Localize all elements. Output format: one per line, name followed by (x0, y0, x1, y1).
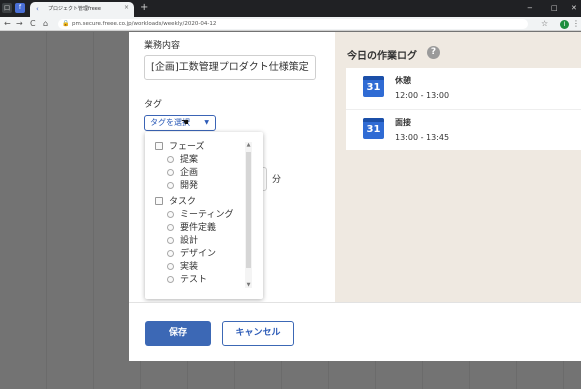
save-button[interactable]: 保存 (145, 321, 211, 346)
radio[interactable] (167, 211, 174, 218)
browser-tab-strip: ロ f ‹ プロジェクト管理freee × + − □ ✕ (0, 0, 581, 17)
url-text[interactable]: pm.secure.freee.co.jp/workloads/weekly/2… (72, 20, 216, 28)
maximize-icon[interactable]: □ (551, 2, 558, 14)
tag-option-planning[interactable]: 企画 (167, 168, 198, 179)
task-input[interactable]: [企画]工数管理プロダクト仕様策定 (144, 55, 316, 80)
profile-avatar[interactable]: I (560, 20, 569, 29)
tag-option-label: 設計 (180, 236, 199, 246)
radio[interactable] (167, 169, 174, 176)
tag-option-label: ミーティング (180, 210, 234, 220)
log-entry-time: 12:00 - 13:00 (395, 91, 450, 100)
tag-dropdown: フェーズ 提案 企画 開発 タスク ミーティング 要件定義 設計 デザイン 実装… (145, 132, 263, 299)
cancel-button[interactable]: キャンセル (222, 321, 294, 346)
tag-option-implementation[interactable]: 実装 (167, 262, 198, 273)
log-entry[interactable]: 31 休憩 12:00 - 13:00 (346, 68, 581, 109)
tab-favicon-icon: ‹ (36, 5, 39, 13)
tag-option-label: 実装 (180, 262, 199, 272)
radio[interactable] (167, 237, 174, 244)
minimize-icon[interactable]: − (527, 2, 533, 14)
minutes-unit-label: 分 (272, 175, 282, 185)
tag-option-proposal[interactable]: 提案 (167, 155, 198, 166)
address-bar[interactable]: 🔒 pm.secure.freee.co.jp/workloads/weekly… (58, 19, 528, 29)
calendar-icon: 31 (363, 76, 384, 97)
radio[interactable] (167, 156, 174, 163)
tag-group-label: フェーズ (169, 142, 205, 152)
new-tab-button[interactable]: + (140, 2, 148, 14)
scroll-up-icon[interactable]: ▲ (245, 142, 252, 148)
browser-menu-icon[interactable]: ⋮ (572, 18, 580, 30)
tag-option-label: 開発 (180, 181, 199, 191)
tag-label: タグ (144, 100, 163, 110)
tag-group-label: タスク (169, 197, 197, 207)
help-icon[interactable]: ? (427, 46, 440, 59)
radio[interactable] (167, 182, 174, 189)
tag-option-label: 要件定義 (180, 223, 217, 233)
log-entry-name: 休憩 (395, 76, 411, 85)
work-log-panel: 今日の作業ログ ? 31 休憩 12:00 - 13:00 31 面接 13:0… (335, 32, 581, 302)
scroll-thumb[interactable] (246, 152, 251, 268)
back-icon[interactable]: ← (4, 18, 11, 30)
checkbox[interactable] (155, 142, 163, 150)
tag-option-requirements[interactable]: 要件定義 (167, 223, 216, 234)
log-entry[interactable]: 31 面接 13:00 - 13:45 (346, 109, 581, 150)
scroll-down-icon[interactable]: ▼ (245, 282, 252, 288)
chevron-down-icon: ▼ (204, 119, 209, 126)
tag-option-label: 企画 (180, 168, 199, 178)
tag-option-label: デザイン (180, 249, 217, 259)
pinned-tab[interactable]: ロ (2, 3, 12, 13)
tag-option-design[interactable]: デザイン (167, 249, 216, 260)
active-tab[interactable]: ‹ プロジェクト管理freee × (30, 2, 134, 17)
checkbox[interactable] (155, 197, 163, 205)
freee-pinned-tab[interactable]: f (15, 3, 25, 13)
tag-group-task[interactable]: タスク (155, 197, 196, 208)
tab-close-icon[interactable]: × (124, 4, 129, 11)
radio[interactable] (167, 276, 174, 283)
work-log-list: 31 休憩 12:00 - 13:00 31 面接 13:00 - 13:45 (346, 68, 581, 150)
dropdown-scrollbar[interactable]: ▲ ▼ (245, 142, 252, 288)
work-log-title: 今日の作業ログ (347, 51, 417, 62)
log-entry-name: 面接 (395, 118, 411, 127)
bookmark-star-icon[interactable]: ☆ (541, 19, 548, 29)
tag-select-button[interactable]: タグを選択 ▼ ☚ (144, 115, 216, 131)
home-icon[interactable]: ⌂ (43, 18, 48, 30)
lock-icon: 🔒 (62, 20, 70, 27)
tag-option-test[interactable]: テスト (167, 275, 207, 286)
radio[interactable] (167, 250, 174, 257)
radio[interactable] (167, 224, 174, 231)
log-entry-time: 13:00 - 13:45 (395, 133, 450, 142)
close-window-icon[interactable]: ✕ (571, 2, 577, 14)
tag-option-label: 提案 (180, 155, 199, 165)
forward-icon[interactable]: → (16, 18, 23, 30)
reload-icon[interactable]: C (30, 18, 36, 30)
tag-option-development[interactable]: 開発 (167, 181, 198, 192)
work-entry-modal: 業務内容 [企画]工数管理プロダクト仕様策定 タグ タグを選択 ▼ ☚ 分 フェ… (129, 32, 581, 361)
hand-cursor-icon: ☚ (181, 118, 190, 128)
browser-toolbar: ← → C ⌂ 🔒 pm.secure.freee.co.jp/workload… (0, 17, 581, 31)
tag-option-meeting[interactable]: ミーティング (167, 210, 233, 221)
entry-form: 業務内容 [企画]工数管理プロダクト仕様策定 タグ タグを選択 ▼ ☚ 分 フェ… (129, 32, 335, 302)
radio[interactable] (167, 263, 174, 270)
tab-title: プロジェクト管理freee (48, 6, 101, 12)
tag-group-phase[interactable]: フェーズ (155, 142, 205, 153)
tag-option-label: テスト (180, 275, 208, 285)
tag-option-design-spec[interactable]: 設計 (167, 236, 198, 247)
task-label: 業務内容 (144, 41, 181, 51)
calendar-icon: 31 (363, 118, 384, 139)
modal-footer: 保存 キャンセル (129, 302, 581, 361)
